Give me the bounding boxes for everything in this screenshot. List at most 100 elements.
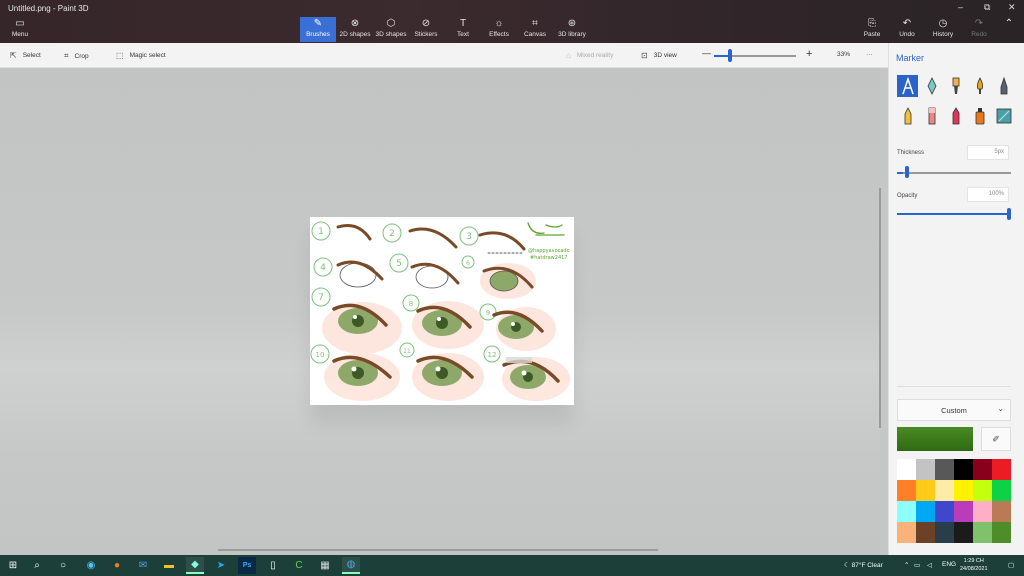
color-swatch[interactable] [973, 501, 992, 522]
svg-text:12: 12 [488, 351, 497, 359]
oil-brush[interactable] [945, 75, 966, 97]
eraser-brush[interactable] [921, 105, 942, 127]
telegram-app[interactable]: ➤ [212, 557, 230, 574]
color-swatch[interactable] [992, 459, 1011, 480]
color-swatch[interactable] [935, 480, 954, 501]
camtasia-app[interactable]: C [290, 557, 308, 574]
color-swatch[interactable] [992, 522, 1011, 543]
canvas-artwork[interactable]: 1 2 3 4 5 6 7 8 9 10 11 12 @happyavocado… [310, 217, 574, 405]
color-swatch[interactable] [935, 459, 954, 480]
tab-2d-shapes[interactable]: ⊗ 2D shapes [338, 17, 372, 42]
zoom-slider-thumb[interactable] [728, 49, 733, 62]
color-swatch[interactable] [954, 501, 973, 522]
tab-3d-library[interactable]: ⊛ 3D library [555, 17, 589, 42]
color-swatch[interactable] [897, 480, 916, 501]
library-icon: ⊛ [567, 18, 577, 29]
pixel-pen-brush[interactable] [993, 75, 1014, 97]
current-color-swatch[interactable] [897, 427, 973, 451]
spray-can-brush[interactable] [969, 105, 990, 127]
color-swatch[interactable] [973, 480, 992, 501]
color-swatch[interactable] [916, 459, 935, 480]
cortana-button[interactable]: ○ [54, 557, 72, 574]
volume-icon[interactable]: ◁ [927, 561, 932, 569]
color-swatch[interactable] [916, 501, 935, 522]
crayon-brush[interactable] [945, 105, 966, 127]
search-button[interactable]: ⌕ [28, 557, 46, 574]
explorer-app[interactable]: ▬ [160, 557, 178, 574]
history-icon: ◷ [938, 18, 948, 29]
color-swatch[interactable] [916, 480, 935, 501]
color-swatch[interactable] [992, 480, 1011, 501]
color-swatch[interactable] [973, 459, 992, 480]
edge-app[interactable]: ◉ [82, 557, 100, 574]
effects-icon: ☼ [494, 18, 504, 29]
tab-stickers[interactable]: ⊘ Stickers [411, 17, 441, 42]
3d-view-button[interactable]: ⊡ 3D view [641, 51, 677, 60]
undo-button[interactable]: ↶ Undo [896, 17, 918, 42]
crop-button[interactable]: ⌗ Crop [64, 51, 89, 61]
marker-brush[interactable] [897, 75, 918, 97]
start-button[interactable]: ⊞ [4, 557, 22, 574]
thickness-slider[interactable] [897, 172, 1011, 174]
tab-canvas[interactable]: ⌗ Canvas [521, 17, 549, 42]
language-indicator[interactable]: ENG [942, 561, 956, 568]
zalo-app[interactable]: ◍ [342, 557, 360, 574]
fill-bucket-brush[interactable] [993, 105, 1014, 127]
zoom-slider[interactable] [714, 55, 796, 57]
calligraphy-pen-brush[interactable] [921, 75, 942, 97]
weather-widget[interactable]: ☾ 87°F Clear [844, 561, 883, 569]
more-options-button[interactable]: ··· [866, 51, 873, 58]
color-swatch[interactable] [992, 501, 1011, 522]
collapse-ribbon-button[interactable]: ⌃ [1002, 17, 1016, 42]
vertical-scrollbar[interactable] [879, 188, 881, 428]
magic-select-button[interactable]: ⬚ Magic select [116, 51, 166, 60]
select-button[interactable]: ⇱ Select [10, 51, 41, 60]
zoom-out-button[interactable]: — [702, 48, 711, 58]
tab-effects[interactable]: ☼ Effects [485, 17, 513, 42]
color-swatch[interactable] [897, 522, 916, 543]
color-swatch[interactable] [973, 522, 992, 543]
color-swatch[interactable] [897, 459, 916, 480]
network-icon[interactable]: ▭ [914, 561, 920, 569]
color-swatch[interactable] [935, 522, 954, 543]
system-clock[interactable]: 1:29 CH 24/08/2021 [960, 557, 988, 573]
notepad-app[interactable]: ▯ [264, 557, 282, 574]
paste-button[interactable]: ⎘ Paste [860, 17, 884, 42]
media-app[interactable]: ▦ [316, 557, 334, 574]
tab-3d-shapes[interactable]: ⬡ 3D shapes [374, 17, 408, 42]
show-hidden-icons[interactable]: ⌃ [904, 561, 909, 569]
thickness-slider-thumb[interactable] [904, 166, 909, 178]
eyedropper-button[interactable]: ✐ [981, 427, 1011, 451]
history-button[interactable]: ◷ History [930, 17, 956, 42]
color-swatch[interactable] [916, 522, 935, 543]
color-swatch[interactable] [954, 480, 973, 501]
horizontal-scrollbar[interactable] [218, 549, 658, 551]
restore-button[interactable]: ⧉ [984, 2, 990, 13]
color-swatch[interactable] [954, 522, 973, 543]
mail-app[interactable]: ✉ [134, 557, 152, 574]
redo-button[interactable]: ↷ Redo [968, 17, 990, 42]
custom-color-dropdown[interactable]: Custom ⌄ [897, 399, 1011, 421]
paint3d-app[interactable]: ◆ [186, 557, 204, 574]
thickness-input[interactable]: 5px [967, 145, 1009, 160]
tab-brushes[interactable]: ✎ Brushes [300, 17, 336, 42]
notifications-icon[interactable]: ▢ [1008, 561, 1014, 569]
zoom-in-button[interactable]: + [806, 48, 812, 60]
tab-text[interactable]: T Text [450, 17, 476, 42]
minimize-button[interactable]: – [958, 2, 963, 12]
color-swatch[interactable] [954, 459, 973, 480]
firefox-app[interactable]: ● [108, 557, 126, 574]
color-swatch[interactable] [897, 501, 916, 522]
mixed-reality-button[interactable]: ⌂ Mixed reality [566, 51, 613, 60]
photoshop-app[interactable]: Ps [238, 557, 256, 574]
color-swatch[interactable] [935, 501, 954, 522]
opacity-slider-thumb[interactable] [1007, 208, 1011, 220]
opacity-input[interactable]: 100% [967, 187, 1009, 202]
pencil-brush[interactable] [897, 105, 918, 127]
close-button[interactable]: ✕ [1008, 2, 1016, 13]
menu-button[interactable]: ▭ Menu [6, 17, 34, 42]
opacity-slider[interactable] [897, 213, 1011, 215]
paint3d-icon: ◆ [191, 559, 199, 570]
watercolor-brush[interactable] [969, 75, 990, 97]
workspace[interactable]: 1 2 3 4 5 6 7 8 9 10 11 12 @happyavocado… [0, 68, 881, 555]
